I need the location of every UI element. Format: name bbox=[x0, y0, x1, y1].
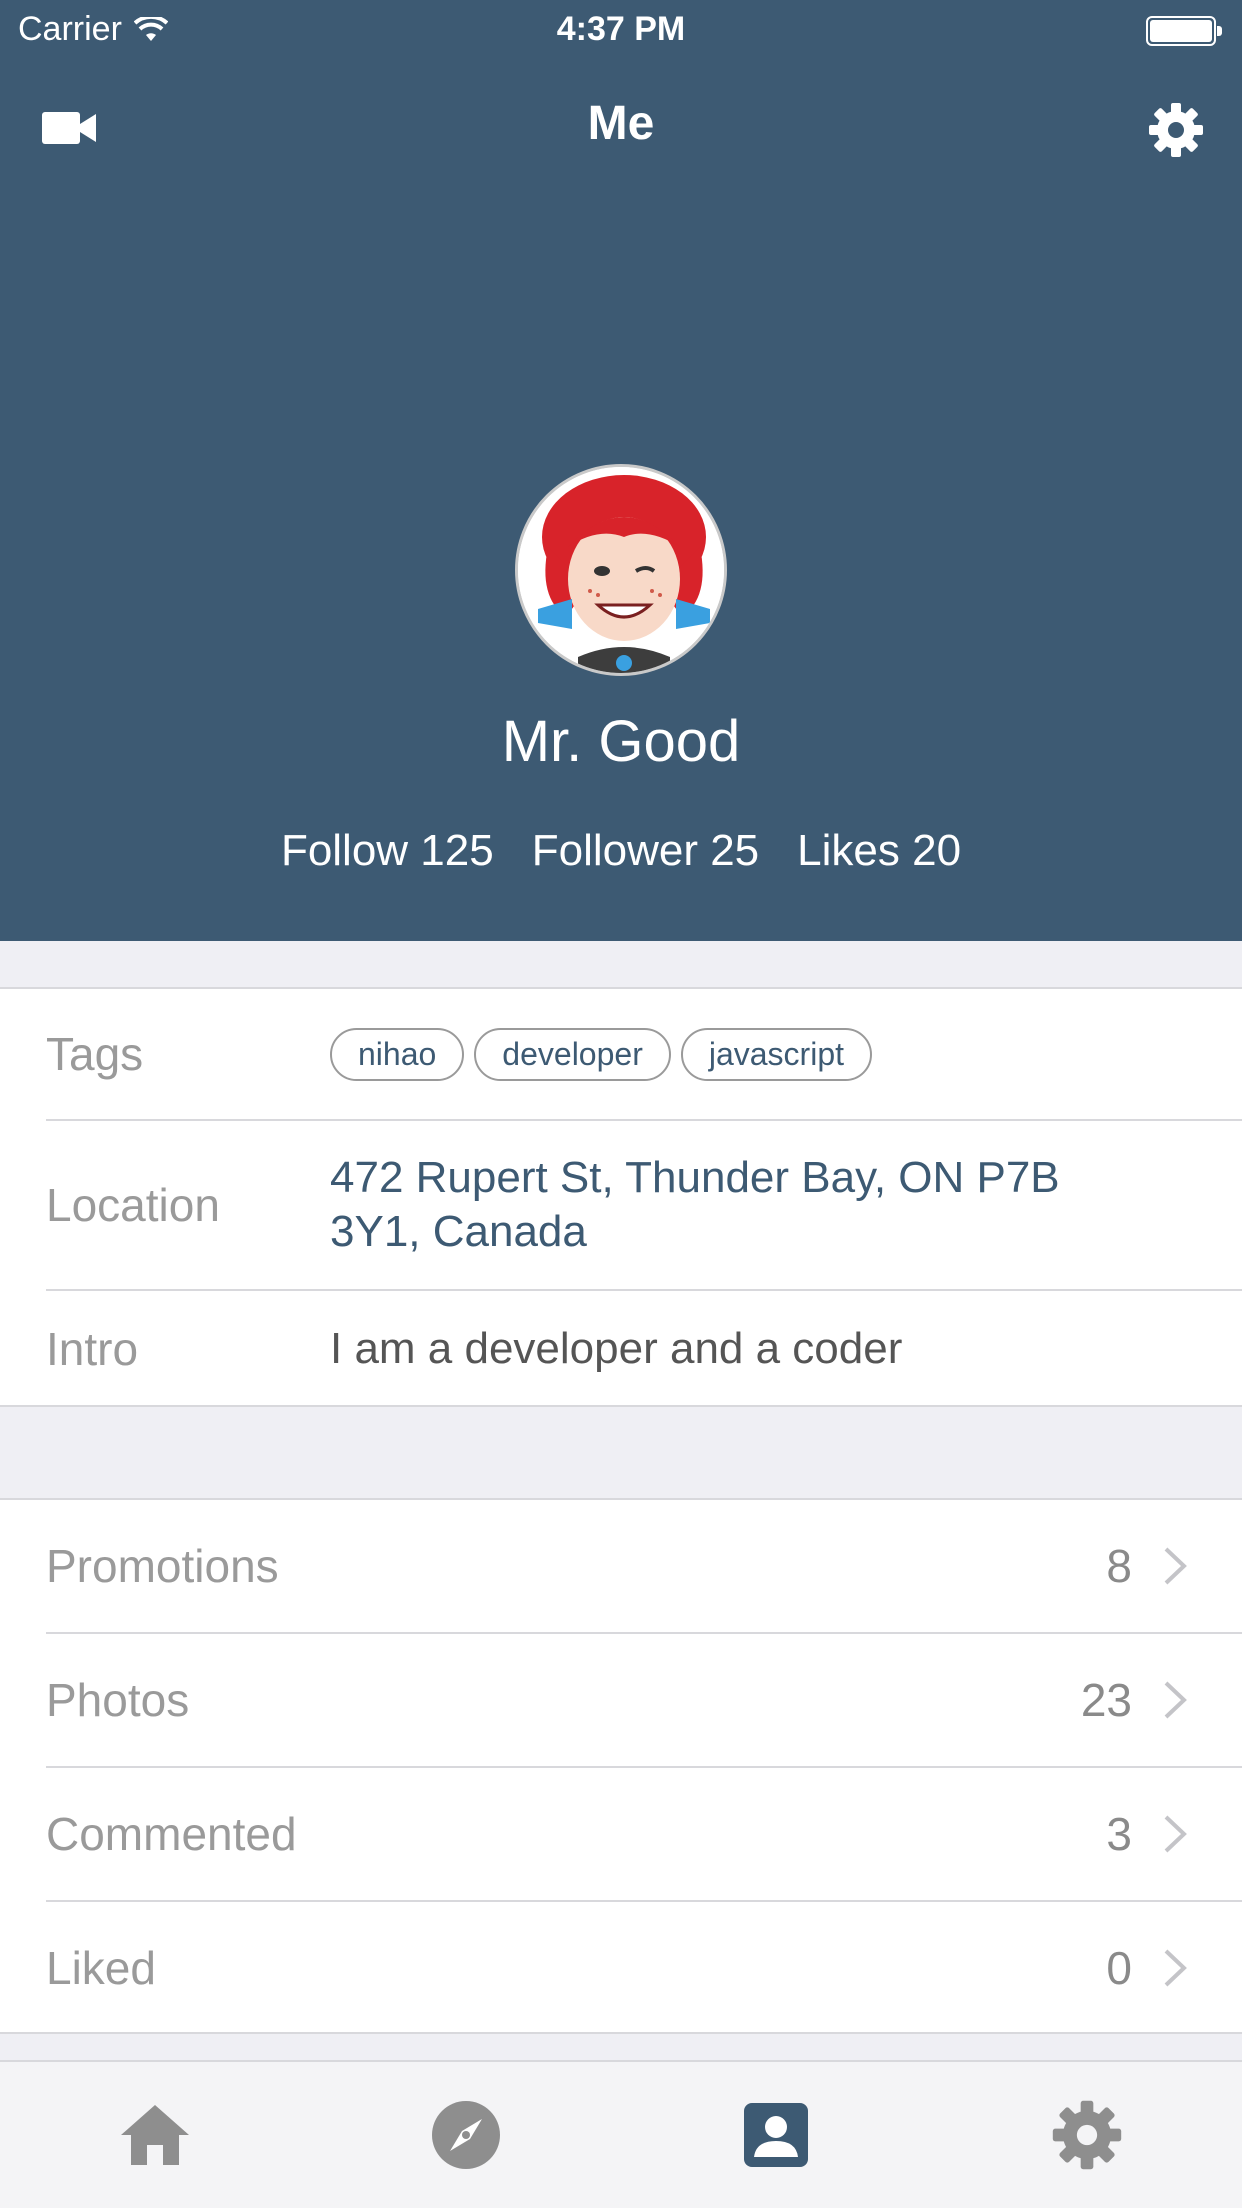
profile-header: Carrier 4:37 PM Me Mr. Good Follow 125 F… bbox=[0, 0, 1242, 941]
tags-row: Tags nihao developer javascript bbox=[46, 989, 1242, 1119]
location-line-2: 3Y1, Canada bbox=[330, 1207, 587, 1256]
list-item-count: 8 bbox=[1106, 1540, 1132, 1592]
list-item-count: 3 bbox=[1106, 1808, 1132, 1860]
avatar[interactable] bbox=[515, 464, 727, 676]
list-item-photos[interactable]: Photos 23 bbox=[46, 1634, 1242, 1766]
tab-discover[interactable] bbox=[311, 2062, 622, 2208]
status-bar: Carrier 4:37 PM bbox=[0, 0, 1242, 60]
list-item-commented[interactable]: Commented 3 bbox=[46, 1768, 1242, 1900]
tab-home[interactable] bbox=[0, 2062, 311, 2208]
list-item-label: Photos bbox=[46, 1674, 190, 1726]
location-line-1: 472 Rupert St, Thunder Bay, ON P7B bbox=[330, 1153, 1060, 1202]
battery-icon bbox=[1146, 16, 1222, 46]
chevron-right-icon bbox=[1164, 1547, 1187, 1585]
list-item-label: Commented bbox=[46, 1808, 297, 1860]
tag-chip[interactable]: javascript bbox=[680, 1027, 872, 1081]
location-value[interactable]: 472 Rupert St, Thunder Bay, ON P7B 3Y1, … bbox=[330, 1151, 1060, 1259]
profile-stats: Follow 125 Follower 25 Likes 20 bbox=[0, 826, 1242, 876]
tag-chip[interactable]: developer bbox=[474, 1027, 671, 1081]
chevron-right-icon bbox=[1164, 1949, 1187, 1987]
tags-label: Tags bbox=[46, 1028, 144, 1080]
profile-icon bbox=[744, 2103, 809, 2167]
list-item-liked[interactable]: Liked 0 bbox=[46, 1902, 1242, 2034]
home-icon bbox=[121, 2105, 190, 2165]
tab-profile[interactable] bbox=[621, 2062, 932, 2208]
tag-list: nihao developer javascript bbox=[330, 1027, 882, 1081]
intro-value: I am a developer and a coder bbox=[330, 1324, 903, 1373]
tag-chip[interactable]: nihao bbox=[330, 1027, 465, 1081]
list-item-label: Promotions bbox=[46, 1540, 279, 1592]
profile-info-card: Tags nihao developer javascript Location 4… bbox=[0, 987, 1242, 1407]
location-label: Location bbox=[46, 1179, 220, 1231]
gear-icon[interactable] bbox=[1146, 100, 1206, 160]
profile-name: Mr. Good bbox=[501, 709, 741, 774]
chevron-right-icon bbox=[1164, 1681, 1187, 1719]
activity-list: Promotions 8 Photos 23 Commented 3 Liked… bbox=[0, 1498, 1242, 2034]
location-row: Location 472 Rupert St, Thunder Bay, ON … bbox=[46, 1121, 1242, 1289]
tab-settings[interactable] bbox=[932, 2062, 1242, 2208]
compass-icon bbox=[431, 2101, 500, 2169]
intro-label: Intro bbox=[46, 1323, 139, 1375]
list-item-count: 23 bbox=[1080, 1674, 1132, 1726]
settings-icon bbox=[1052, 2100, 1121, 2170]
chevron-right-icon bbox=[1164, 1815, 1187, 1853]
intro-row: Intro I am a developer and a coder bbox=[46, 1291, 1242, 1407]
follower-count[interactable]: Follower 25 bbox=[532, 826, 759, 876]
list-item-count: 0 bbox=[1106, 1942, 1132, 1994]
likes-count[interactable]: Likes 20 bbox=[797, 826, 961, 876]
status-time: 4:37 PM bbox=[556, 10, 686, 48]
list-item-promotions[interactable]: Promotions 8 bbox=[46, 1500, 1242, 1632]
avatar-illustration bbox=[518, 467, 724, 673]
tab-bar bbox=[0, 2060, 1242, 2208]
follow-count[interactable]: Follow 125 bbox=[281, 826, 494, 876]
list-item-label: Liked bbox=[46, 1942, 156, 1994]
page-title: Me bbox=[587, 97, 655, 150]
